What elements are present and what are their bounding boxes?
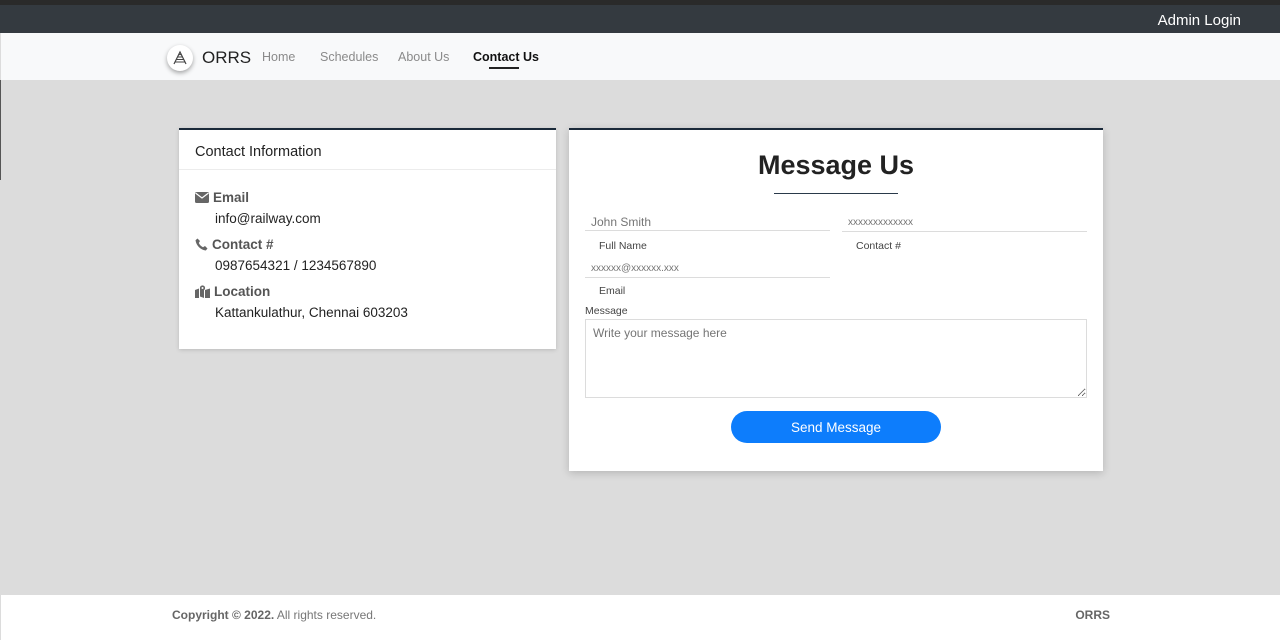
top-bar: Admin Login — [0, 0, 1280, 33]
message-field-label: Message — [585, 305, 628, 317]
contact-label: Contact # — [212, 237, 274, 252]
email-field-label: Email — [599, 285, 626, 297]
send-message-button[interactable]: Send Message — [731, 411, 941, 443]
contact-number-label: Contact # — [856, 240, 901, 252]
email-value: info@railway.com — [215, 211, 321, 226]
message-us-title: Message Us — [757, 150, 915, 180]
active-nav-underline — [489, 67, 519, 69]
phone-icon — [195, 238, 208, 251]
footer: Copyright © 2022. All rights reserved. O… — [1, 595, 1280, 640]
contact-label-row: Contact # — [195, 237, 274, 252]
full-name-input[interactable] — [585, 213, 830, 231]
location-label: Location — [214, 284, 271, 299]
location-label-row: Location — [195, 284, 270, 299]
railway-logo-icon[interactable] — [167, 45, 193, 71]
contact-number-input[interactable] — [842, 214, 1087, 232]
email-label-row: Email — [195, 190, 249, 205]
location-value: Kattankulathur, Chennai 603203 — [215, 305, 408, 320]
contact-value: 0987654321 / 1234567890 — [215, 258, 377, 273]
title-underline — [774, 193, 898, 194]
brand-name[interactable]: ORRS — [202, 48, 251, 68]
full-name-label: Full Name — [599, 240, 647, 252]
email-input[interactable] — [585, 260, 830, 278]
message-textarea[interactable] — [585, 319, 1087, 398]
nav-about-us[interactable]: About Us — [398, 50, 449, 64]
message-us-card: Message Us Full Name Contact # Email Mes… — [569, 128, 1103, 471]
envelope-icon — [195, 192, 209, 203]
copyright-bold: Copyright © 2022. — [172, 608, 275, 622]
navbar: ORRS Home Schedules About Us Contact Us — [1, 33, 1280, 80]
copyright-text: Copyright © 2022. All rights reserved. — [172, 608, 376, 622]
footer-brand: ORRS — [1075, 608, 1110, 622]
admin-login-link[interactable]: Admin Login — [1158, 12, 1241, 29]
copyright-rest: All rights reserved. — [274, 608, 377, 622]
nav-contact-us[interactable]: Contact Us — [473, 50, 539, 64]
contact-information-title: Contact Information — [179, 130, 556, 170]
nav-home[interactable]: Home — [262, 50, 295, 64]
email-label: Email — [213, 190, 250, 205]
map-icon — [195, 285, 210, 298]
contact-information-card: Contact Information Email info@railway.c… — [179, 128, 556, 349]
nav-schedules[interactable]: Schedules — [320, 50, 378, 64]
left-edge-divider — [0, 80, 1, 180]
